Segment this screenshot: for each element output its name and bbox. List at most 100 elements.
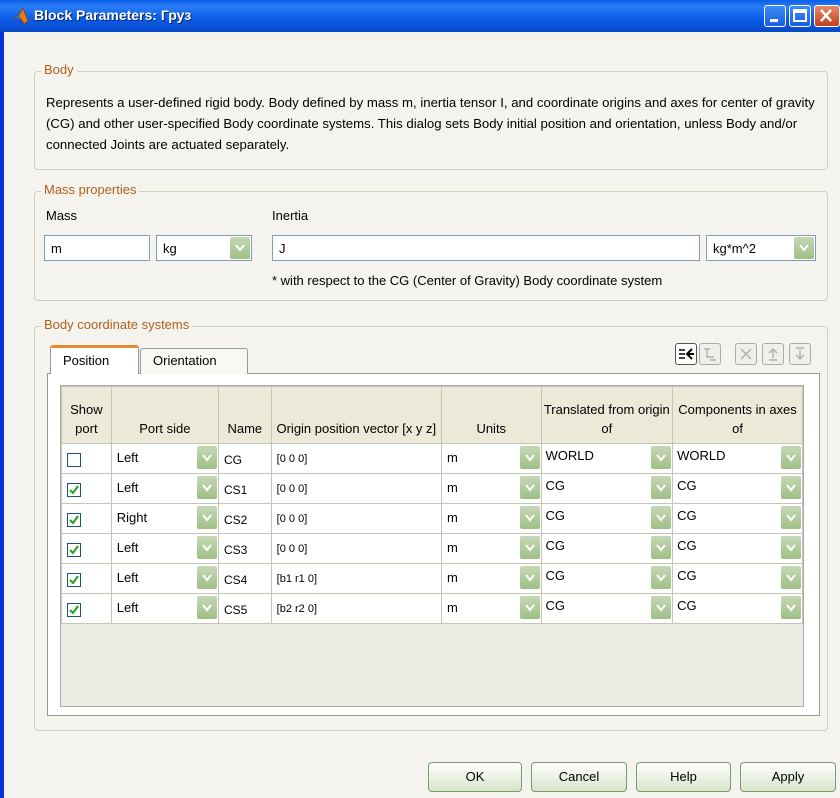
chevron-down-icon[interactable] — [651, 566, 672, 589]
components-select[interactable]: CG — [672, 563, 803, 594]
origin-cell[interactable]: [b1 r1 0] — [270, 563, 442, 594]
components-select[interactable]: CG — [672, 533, 803, 564]
chevron-down-icon[interactable] — [651, 446, 672, 469]
chevron-down-icon[interactable] — [651, 596, 672, 619]
show-port-checkbox[interactable] — [67, 453, 81, 467]
move-up-button[interactable] — [762, 343, 784, 365]
chevron-down-icon[interactable] — [519, 476, 540, 499]
chevron-down-icon[interactable] — [196, 566, 217, 589]
translated-select[interactable]: CG — [540, 563, 674, 594]
port-side-select[interactable]: Left — [110, 443, 219, 474]
name-cell[interactable]: CS5 — [217, 593, 272, 624]
show-port-cell[interactable] — [61, 593, 112, 624]
insert-subrow-button[interactable] — [699, 343, 721, 365]
tab-position[interactable]: Position — [50, 345, 139, 374]
components-select[interactable]: CG — [672, 593, 803, 624]
units-select[interactable]: m — [440, 593, 542, 624]
origin-cell[interactable]: [0 0 0] — [270, 443, 442, 474]
name-cell[interactable]: CS3 — [217, 533, 272, 564]
inertia-unit-select[interactable]: kg*m^2 — [706, 235, 816, 261]
chevron-down-icon[interactable] — [651, 506, 672, 529]
chevron-down-icon[interactable] — [781, 506, 801, 529]
show-port-checkbox[interactable] — [67, 603, 81, 617]
port-side-select[interactable]: Left — [110, 533, 219, 564]
units-select[interactable]: m — [440, 563, 542, 594]
show-port-checkbox[interactable] — [67, 543, 81, 557]
delete-row-button[interactable] — [735, 343, 757, 365]
port-side-select[interactable]: Left — [110, 593, 219, 624]
chevron-down-icon[interactable] — [781, 446, 801, 469]
origin-cell[interactable]: [0 0 0] — [270, 503, 442, 534]
name-cell[interactable]: CG — [217, 443, 272, 474]
port-side-select[interactable]: Left — [110, 563, 219, 594]
show-port-cell[interactable] — [61, 563, 112, 594]
mass-input[interactable]: m — [44, 235, 150, 261]
title-bar[interactable]: Block Parameters: Груз — [0, 0, 840, 32]
chevron-down-icon[interactable] — [519, 506, 540, 529]
show-port-cell[interactable] — [61, 443, 112, 474]
chevron-down-icon[interactable] — [519, 596, 540, 619]
components-select[interactable]: CG — [672, 503, 803, 534]
port-side-select[interactable]: Left — [110, 473, 219, 504]
chevron-down-icon[interactable] — [781, 476, 801, 499]
chevron-down-icon[interactable] — [196, 536, 217, 559]
units-select[interactable]: m — [440, 503, 542, 534]
name-cell[interactable]: CS2 — [217, 503, 272, 534]
chevron-down-icon[interactable] — [519, 536, 540, 559]
components-value: CG — [677, 598, 697, 613]
tab-orientation-label: Orientation — [153, 353, 217, 368]
header-origin: Origin position vector [x y z] — [270, 386, 442, 444]
mass-unit-select[interactable]: kg — [156, 235, 252, 261]
origin-cell[interactable]: [0 0 0] — [270, 473, 442, 504]
translated-select[interactable]: CG — [540, 593, 674, 624]
origin-value: [0 0 0] — [276, 483, 308, 495]
chevron-down-icon[interactable] — [651, 536, 672, 559]
body-legend: Body — [41, 62, 77, 77]
inertia-input[interactable]: J — [272, 235, 700, 261]
chevron-down-icon[interactable] — [781, 536, 801, 559]
name-value: CS4 — [223, 573, 248, 587]
show-port-checkbox[interactable] — [67, 573, 81, 587]
components-select[interactable]: WORLD — [672, 443, 803, 474]
port-side-value: Left — [116, 480, 139, 495]
components-select[interactable]: CG — [672, 473, 803, 504]
chevron-down-icon[interactable] — [196, 476, 217, 499]
cancel-button[interactable]: Cancel — [531, 762, 627, 792]
translated-select[interactable]: CG — [540, 503, 674, 534]
show-port-cell[interactable] — [61, 533, 112, 564]
minimize-button[interactable] — [764, 5, 786, 27]
name-cell[interactable]: CS4 — [217, 563, 272, 594]
chevron-down-icon[interactable] — [196, 506, 217, 529]
origin-cell[interactable]: [0 0 0] — [270, 533, 442, 564]
translated-select[interactable]: CG — [540, 533, 674, 564]
name-cell[interactable]: CS1 — [217, 473, 272, 504]
show-port-cell[interactable] — [61, 503, 112, 534]
tab-orientation[interactable]: Orientation — [140, 348, 248, 374]
units-select[interactable]: m — [440, 443, 542, 474]
add-row-button[interactable] — [675, 343, 697, 365]
chevron-down-icon[interactable] — [519, 566, 540, 589]
chevron-down-icon[interactable] — [781, 596, 801, 619]
translated-select[interactable]: CG — [540, 473, 674, 504]
show-port-cell[interactable] — [61, 473, 112, 504]
origin-cell[interactable]: [b2 r2 0] — [270, 593, 442, 624]
close-button[interactable] — [814, 5, 840, 27]
apply-button[interactable]: Apply — [740, 762, 836, 792]
units-select[interactable]: m — [440, 473, 542, 504]
port-side-select[interactable]: Right — [110, 503, 219, 534]
translated-select[interactable]: WORLD — [540, 443, 674, 474]
chevron-down-icon[interactable] — [651, 476, 672, 499]
chevron-down-icon[interactable] — [794, 237, 814, 259]
show-port-checkbox[interactable] — [67, 483, 81, 497]
units-select[interactable]: m — [440, 533, 542, 564]
chevron-down-icon[interactable] — [196, 446, 217, 469]
move-down-button[interactable] — [789, 343, 811, 365]
chevron-down-icon[interactable] — [196, 596, 217, 619]
maximize-button[interactable] — [789, 5, 811, 27]
chevron-down-icon[interactable] — [230, 237, 250, 259]
show-port-checkbox[interactable] — [67, 513, 81, 527]
help-button[interactable]: Help — [636, 762, 731, 792]
chevron-down-icon[interactable] — [781, 566, 801, 589]
chevron-down-icon[interactable] — [519, 446, 540, 469]
ok-button[interactable]: OK — [428, 762, 522, 792]
